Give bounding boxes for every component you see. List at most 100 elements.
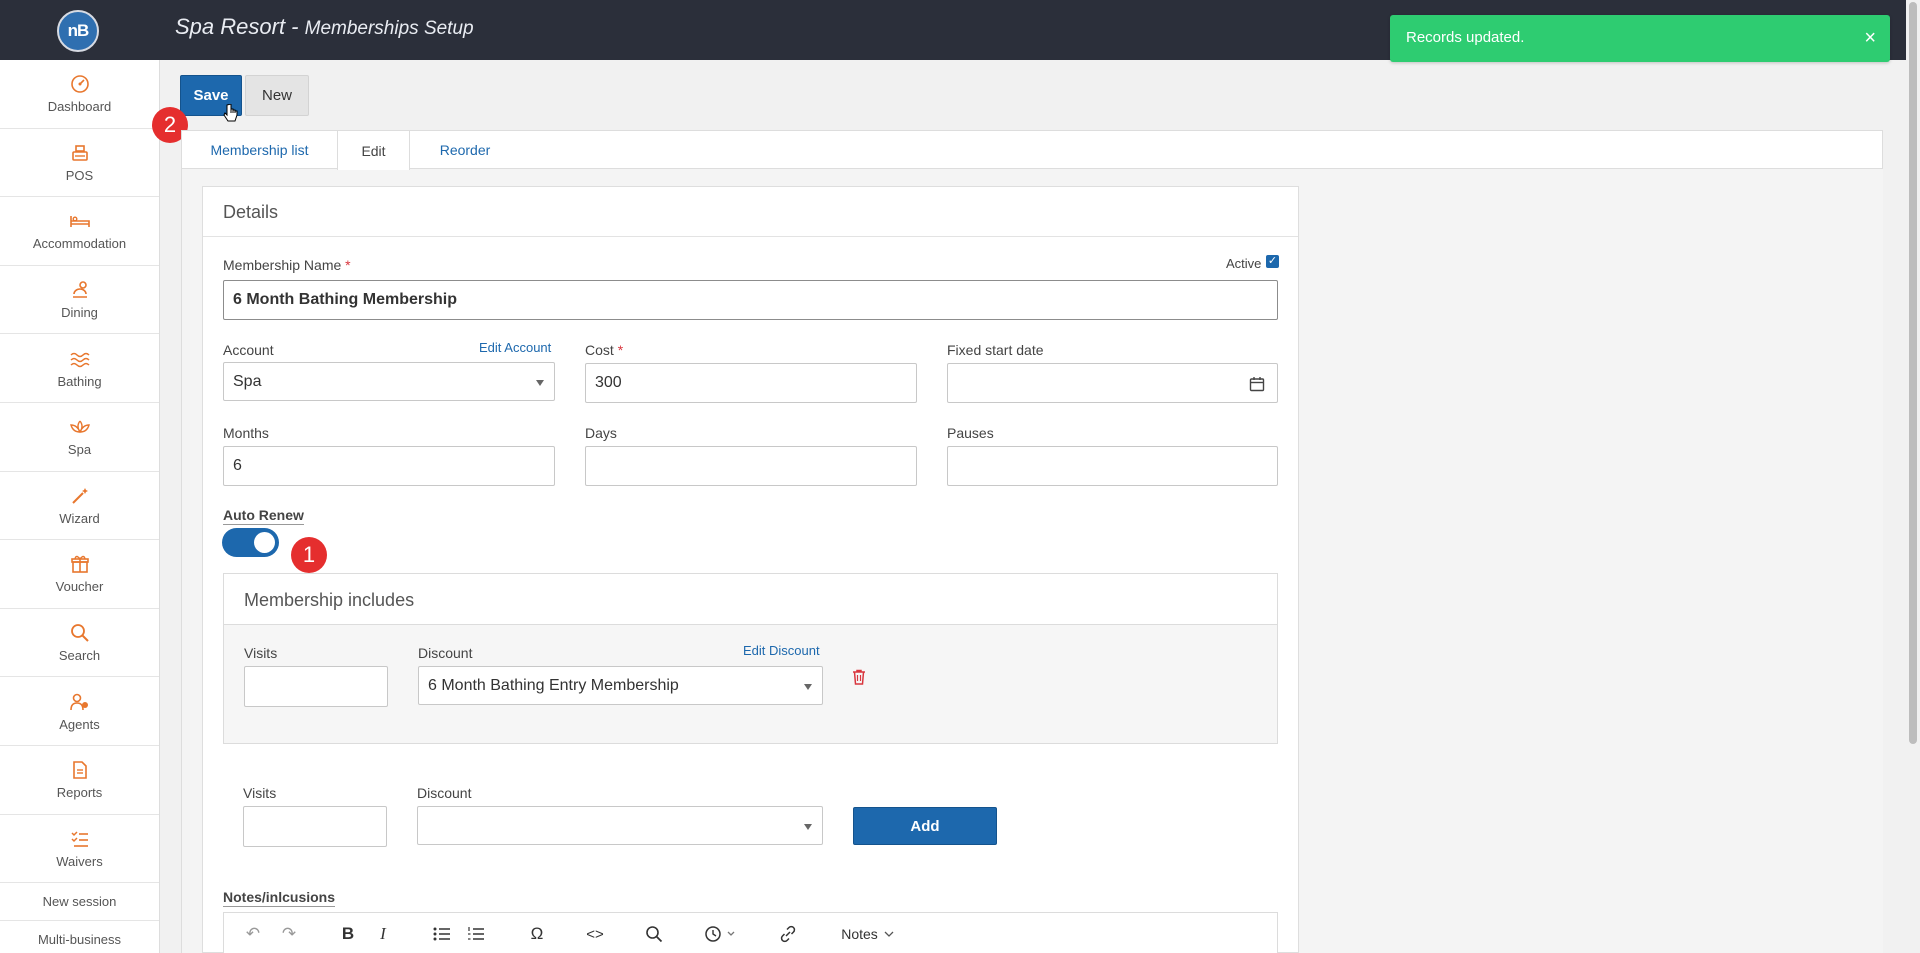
tab-reorder[interactable]: Reorder: [410, 131, 520, 169]
membership-name-label-text: Membership Name: [223, 257, 342, 273]
edit-discount-link[interactable]: Edit Discount: [743, 643, 820, 658]
notes-menu[interactable]: Notes: [836, 923, 900, 945]
days-label: Days: [585, 425, 617, 441]
details-header: Details: [203, 187, 1298, 237]
tab-membership-list[interactable]: Membership list: [182, 131, 337, 169]
chevron-down-icon: [536, 380, 544, 386]
sidebar-item-agents[interactable]: Agents: [0, 677, 159, 746]
chevron-down-icon: [804, 684, 812, 690]
account-label: Account: [223, 342, 274, 358]
include-visits-input[interactable]: [244, 666, 388, 707]
checklist-icon: [69, 828, 91, 850]
toast-message: Records updated.: [1406, 29, 1525, 46]
search-icon: [69, 622, 91, 644]
new-button[interactable]: New: [245, 75, 309, 116]
required-mark: *: [345, 257, 351, 273]
sidebar-item-label: Reports: [56, 785, 103, 801]
notes-menu-label: Notes: [841, 926, 878, 942]
sidebar-item-accommodation[interactable]: Accommodation: [0, 197, 159, 266]
business-name: Spa Resort: [175, 14, 286, 39]
tab-edit[interactable]: Edit: [337, 131, 410, 170]
sidebar-item-label: POS: [65, 167, 94, 183]
include-visits-label: Visits: [244, 645, 278, 661]
edit-account-link[interactable]: Edit Account: [479, 340, 551, 355]
sidebar-item-reports[interactable]: Reports: [0, 746, 159, 815]
sidebar-item-search[interactable]: Search: [0, 609, 159, 678]
italic-icon[interactable]: I: [372, 923, 394, 945]
gift-icon: [69, 553, 91, 575]
new-session-link[interactable]: New session: [0, 883, 159, 922]
days-input[interactable]: [585, 446, 917, 486]
report-icon: [69, 759, 91, 781]
page-scrollbar[interactable]: [1906, 0, 1920, 953]
sidebar-item-label: Agents: [59, 716, 100, 732]
new-discount-select[interactable]: [417, 806, 823, 845]
include-discount-label: Discount: [418, 645, 473, 661]
find-icon[interactable]: [642, 923, 666, 945]
calendar-icon[interactable]: [1249, 376, 1265, 392]
app-logo[interactable]: nB: [57, 10, 99, 52]
fixed-start-date-label: Fixed start date: [947, 342, 1044, 358]
fixed-start-date-input[interactable]: [947, 363, 1278, 403]
cost-input[interactable]: 300: [585, 363, 917, 403]
sidebar-item-label: Bathing: [57, 373, 102, 389]
sidebar-item-label: Search: [58, 648, 101, 664]
scrollbar-thumb[interactable]: [1909, 2, 1917, 744]
months-input[interactable]: 6: [223, 446, 555, 486]
sidebar-item-pos[interactable]: POS: [0, 129, 159, 198]
account-select[interactable]: Spa: [223, 362, 555, 401]
add-button[interactable]: Add: [853, 807, 997, 845]
undo-icon[interactable]: ↶: [242, 923, 264, 945]
membership-name-label: Membership Name *: [223, 257, 351, 273]
bullet-list-icon[interactable]: [430, 923, 454, 945]
sidebar-item-bathing[interactable]: Bathing: [0, 334, 159, 403]
toggle-knob: [254, 532, 275, 553]
membership-includes-panel: Membership includes: [223, 573, 1278, 744]
cost-label-text: Cost: [585, 342, 614, 358]
membership-includes-heading: Membership includes: [244, 590, 415, 610]
membership-name-input[interactable]: 6 Month Bathing Membership: [223, 280, 1278, 320]
source-code-icon[interactable]: <>: [583, 923, 607, 945]
link-icon[interactable]: [776, 923, 800, 945]
sidebar-item-label: Spa: [67, 442, 92, 458]
special-character-icon[interactable]: Ω: [525, 923, 549, 945]
active-label: Active: [1226, 256, 1262, 271]
sidebar-item-label: Waivers: [56, 853, 103, 869]
bold-icon[interactable]: B: [337, 923, 359, 945]
page-subtitle: Memberships Setup: [304, 18, 474, 39]
new-visits-label: Visits: [243, 785, 277, 801]
sidebar-item-wizard[interactable]: Wizard: [0, 472, 159, 541]
new-visits-input[interactable]: [243, 806, 387, 847]
active-checkbox[interactable]: ✓: [1266, 255, 1279, 268]
details-heading: Details: [223, 202, 279, 222]
pauses-input[interactable]: [947, 446, 1278, 486]
sidebar-item-voucher[interactable]: Voucher: [0, 540, 159, 609]
page-title: Spa Resort - Memberships Setup: [175, 14, 474, 40]
notes-label: Notes/inlcusions: [223, 889, 336, 907]
bed-icon: [69, 210, 91, 232]
sidebar-item-dining[interactable]: Dining: [0, 266, 159, 335]
include-discount-value: 6 Month Bathing Entry Membership: [428, 676, 679, 694]
dashboard-icon: [69, 73, 91, 95]
include-discount-select[interactable]: 6 Month Bathing Entry Membership: [418, 666, 823, 705]
tab-bar: Membership list Edit Reorder: [181, 130, 1883, 170]
hand-cursor-icon: [223, 104, 238, 122]
multi-business-link[interactable]: Multi-business: [0, 921, 159, 953]
redo-icon[interactable]: ↷: [278, 923, 300, 945]
toast-close-icon[interactable]: ×: [1864, 27, 1876, 50]
numbered-list-icon[interactable]: [464, 923, 488, 945]
cost-label: Cost *: [585, 342, 623, 358]
agents-icon: [69, 691, 91, 713]
trash-icon[interactable]: [852, 669, 866, 685]
sidebar-item-waivers[interactable]: Waivers: [0, 815, 159, 884]
sidebar-item-spa[interactable]: Spa: [0, 403, 159, 472]
auto-renew-toggle[interactable]: [222, 528, 279, 557]
new-discount-label: Discount: [417, 785, 472, 801]
sidebar-item-dashboard[interactable]: Dashboard: [0, 60, 159, 129]
sidebar-item-label: Dashboard: [47, 99, 112, 115]
pauses-label: Pauses: [947, 425, 994, 441]
auto-renew-label: Auto Renew: [223, 507, 304, 525]
dining-icon: [69, 279, 91, 301]
waves-icon: [69, 348, 91, 370]
insert-time-icon[interactable]: [702, 923, 742, 945]
